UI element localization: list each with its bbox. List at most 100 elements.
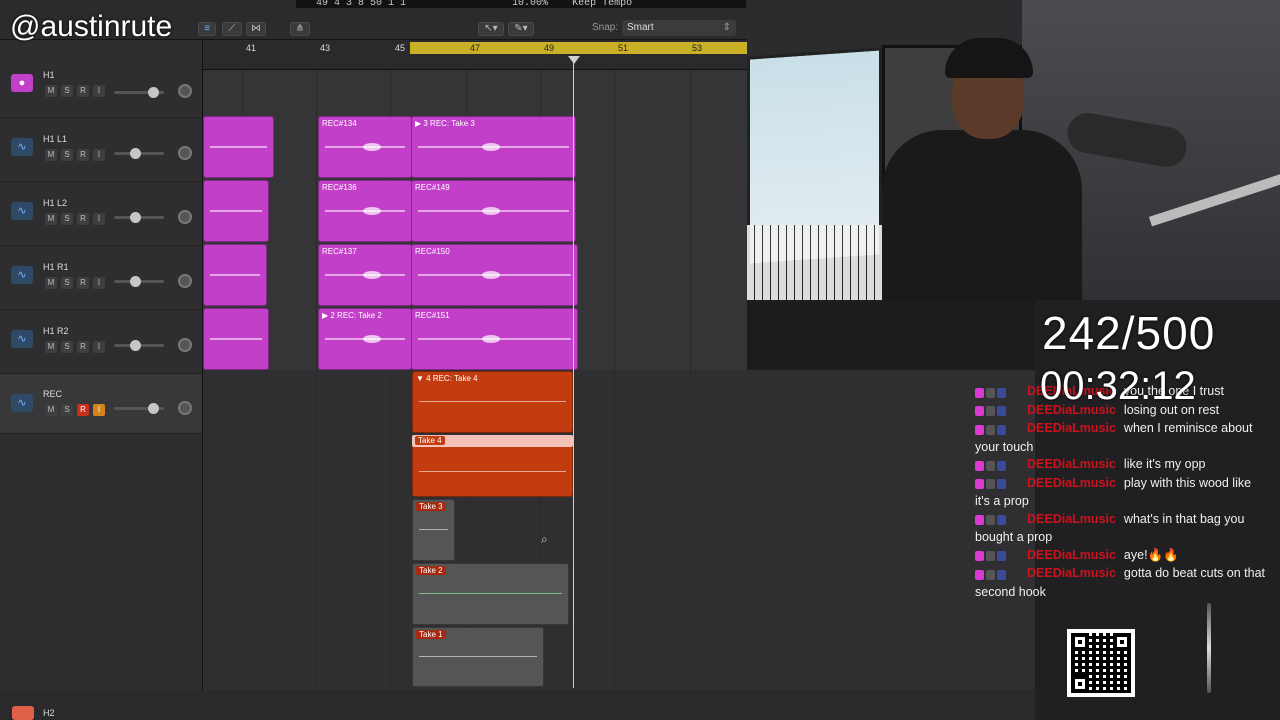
arrange-area-lower[interactable] (203, 370, 1035, 690)
audio-region[interactable] (203, 116, 274, 178)
pan-knob[interactable] (178, 146, 192, 160)
track-h1-r1[interactable]: ∿ H1 R1 MSRI (0, 246, 202, 310)
heart-badge-icon (975, 479, 984, 490)
mute-button[interactable]: M (45, 277, 57, 289)
waveform-peak (363, 207, 381, 215)
pan-knob[interactable] (178, 274, 192, 288)
record-button[interactable]: R (77, 85, 89, 97)
take-folder-region[interactable]: ▼ 4 REC: Take 4 (412, 371, 573, 433)
mute-button[interactable]: M (45, 149, 57, 161)
solo-button[interactable]: S (61, 213, 73, 225)
volume-slider[interactable] (114, 87, 164, 98)
region-label: REC#137 (322, 247, 357, 256)
solo-button[interactable]: S (61, 149, 73, 161)
lcd-display: 49 4 3 8 50 1 1 10.00% Keep Tempo (296, 0, 746, 8)
input-monitor-button[interactable]: I (93, 277, 105, 289)
volume-slider[interactable] (114, 148, 164, 159)
lcd-tempo-mode: Keep Tempo (572, 0, 633, 8)
snap-select[interactable]: Smart ⇕ (622, 20, 736, 36)
volume-slider[interactable] (114, 276, 164, 287)
input-monitor-button[interactable]: I (93, 213, 105, 225)
pan-knob[interactable] (178, 401, 192, 415)
volume-slider[interactable] (114, 403, 164, 414)
audio-region[interactable] (203, 308, 269, 370)
pan-knob[interactable] (178, 338, 192, 352)
pan-knob[interactable] (178, 210, 192, 224)
audio-region[interactable]: REC#150 (411, 244, 578, 306)
pointer-tool-select[interactable]: ↖▾ (478, 22, 504, 36)
track-h1[interactable]: ● H1 MSRI (0, 58, 202, 118)
audio-region[interactable] (203, 180, 269, 242)
volume-slider[interactable] (114, 212, 164, 223)
audio-region[interactable]: REC#136 (318, 180, 412, 242)
qr-code[interactable] (1067, 629, 1135, 697)
audio-region[interactable] (203, 244, 267, 306)
input-monitor-button[interactable]: I (93, 404, 105, 416)
volume-knob[interactable] (148, 403, 159, 414)
solo-button[interactable]: S (61, 404, 73, 416)
record-button[interactable]: R (77, 213, 89, 225)
region-label: ▶ 3 REC: Take 3 (415, 119, 475, 128)
volume-knob[interactable] (148, 87, 159, 98)
volume-slider[interactable] (114, 340, 164, 351)
solo-button[interactable]: S (61, 85, 73, 97)
take-4-header[interactable]: Take 4 (412, 435, 573, 447)
bar-number: 53 (692, 43, 703, 53)
record-button[interactable]: R (77, 404, 89, 416)
take-lane[interactable]: Take 2 (412, 563, 569, 625)
badges (975, 421, 1027, 439)
audio-region[interactable]: REC#137 (318, 244, 412, 306)
take-lane[interactable]: Take 1 (412, 627, 544, 687)
track-h2-row[interactable] (0, 690, 1035, 720)
take-folder-region[interactable]: ▶ 2 REC: Take 2 (318, 308, 412, 370)
volume-knob[interactable] (130, 148, 141, 159)
catch-button[interactable]: ⋔ (290, 22, 310, 36)
chat-username[interactable]: DEEDiaLmusic (1027, 457, 1116, 471)
volume-knob[interactable] (130, 212, 141, 223)
audio-region[interactable]: REC#149 (411, 180, 576, 242)
mute-button[interactable]: M (45, 404, 57, 416)
solo-button[interactable]: S (61, 341, 73, 353)
chat-username[interactable]: DEEDiaLmusic (1027, 566, 1116, 580)
record-button[interactable]: R (77, 277, 89, 289)
qr-finder (1113, 633, 1131, 651)
list-view-button[interactable]: ≡ (198, 22, 216, 36)
record-button[interactable]: R (77, 341, 89, 353)
track-h1-r2[interactable]: ∿ H1 R2 MSRI (0, 310, 202, 374)
volume-knob[interactable] (130, 276, 141, 287)
chat-username[interactable]: DEEDiaLmusic (1027, 421, 1116, 435)
track-rec[interactable]: ∿ REC MSRI (0, 374, 202, 434)
record-button[interactable]: R (77, 149, 89, 161)
waveform-peak (363, 143, 381, 151)
track-h1-l2[interactable]: ∿ H1 L2 MSRI (0, 182, 202, 246)
playhead-handle[interactable] (568, 56, 580, 64)
chat-username[interactable]: DEEDiaLmusic (1027, 476, 1116, 490)
input-monitor-button[interactable]: I (93, 341, 105, 353)
track-h1-l1[interactable]: ∿ H1 L1 MSRI (0, 118, 202, 182)
playhead[interactable] (573, 56, 574, 688)
take-lane[interactable]: Take 3 (412, 499, 455, 561)
solo-button[interactable]: S (61, 277, 73, 289)
audio-region[interactable]: REC#134 (318, 116, 412, 178)
track-buttons: MSRI (45, 341, 109, 353)
mute-button[interactable]: M (45, 213, 57, 225)
zoom-cursor-icon: ⌕ (541, 532, 548, 546)
chat-username[interactable]: DEEDiaLmusic (1027, 548, 1116, 562)
input-monitor-button[interactable]: I (93, 85, 105, 97)
mute-button[interactable]: M (45, 341, 57, 353)
flex-button[interactable]: ⋈ (246, 22, 266, 36)
pan-knob[interactable] (178, 84, 192, 98)
automation-button[interactable]: ⟋ (222, 22, 242, 36)
take-label: Take 2 (416, 566, 446, 575)
pencil-tool-select[interactable]: ✎▾ (508, 22, 534, 36)
input-monitor-button[interactable]: I (93, 149, 105, 161)
waveform-peak (482, 271, 500, 279)
take-folder-region[interactable]: ▶ 3 REC: Take 3 (411, 116, 576, 178)
mute-button[interactable]: M (45, 85, 57, 97)
chat-username[interactable]: DEEDiaLmusic (1027, 512, 1116, 526)
drummer-icon: ● (11, 74, 33, 92)
volume-knob[interactable] (130, 340, 141, 351)
waveform (210, 274, 260, 276)
audio-region[interactable]: REC#151 (411, 308, 578, 370)
heart-badge-icon (975, 424, 984, 435)
